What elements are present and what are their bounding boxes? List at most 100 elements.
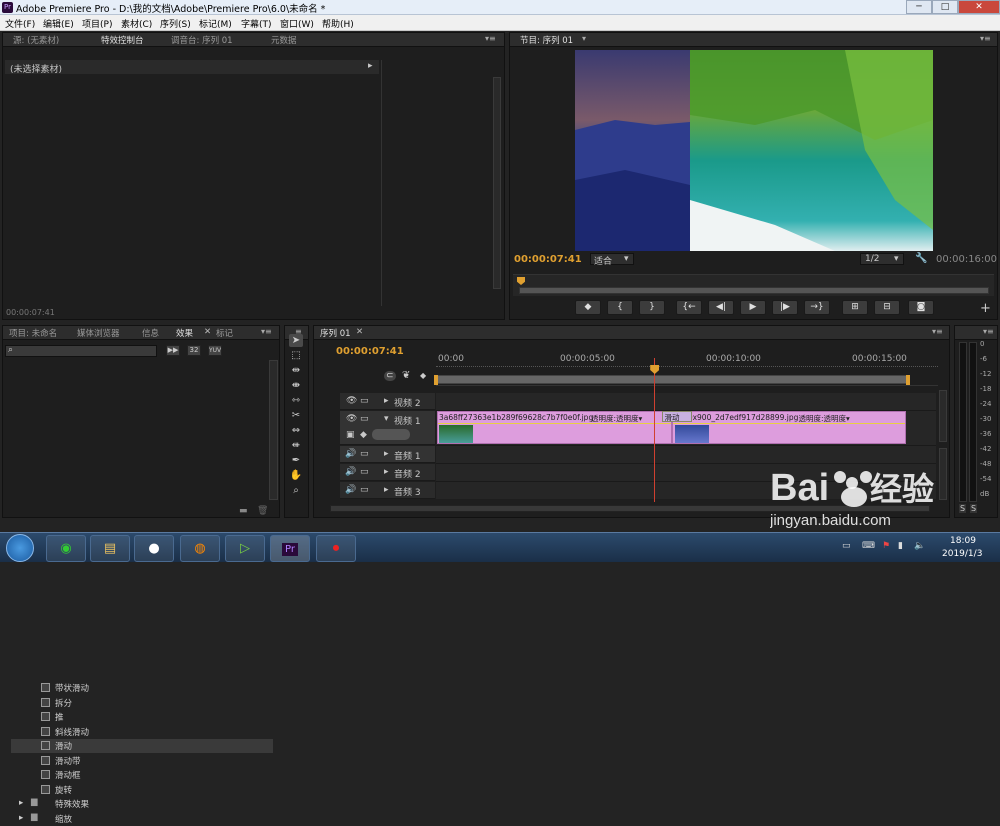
32bit-badge[interactable]: 32 [187, 345, 201, 356]
close-button[interactable]: ✕ [958, 0, 1000, 14]
time-ruler[interactable]: 00:00 00:00:05:00 00:00:10:00 00:00:15:0… [434, 352, 938, 386]
effects-scrollbar[interactable] [269, 360, 278, 500]
pen-tool-icon[interactable]: ✒ [289, 454, 303, 467]
menu-file[interactable]: 文件(F) [5, 17, 35, 30]
video-clip[interactable]: 1440x900_2d7edf917d28899.jpg 透明度:透明度▾ [671, 411, 906, 444]
program-timecode[interactable]: 00:00:07:41 [514, 254, 582, 265]
collapse-arrow-icon[interactable]: ▾ [384, 414, 389, 424]
taskbar-explorer-icon[interactable]: ▤ [90, 535, 130, 562]
eye-icon[interactable]: 👁 [346, 414, 357, 424]
work-area-out-handle[interactable] [906, 375, 910, 385]
play-button[interactable]: ▶ [740, 300, 766, 315]
effect-item[interactable]: 拆分 [11, 696, 273, 710]
expand-arrow-icon[interactable]: ▸ [368, 61, 373, 71]
start-button[interactable] [6, 534, 34, 562]
tab-markers[interactable]: 标记 [216, 327, 233, 339]
razor-tool-icon[interactable]: ✂ [289, 409, 303, 422]
close-tab-icon[interactable]: ✕ [356, 327, 363, 337]
program-panel-menu-icon[interactable]: ▾≡ [980, 34, 991, 43]
tab-sequence[interactable]: 序列 01 [320, 327, 351, 339]
keyframe-icon[interactable]: ◆ [360, 430, 367, 440]
tab-project[interactable]: 项目: 未命名 [9, 327, 57, 339]
tray-flag-icon[interactable]: ⚑ [882, 541, 890, 551]
lock-icon[interactable]: ▭ [360, 467, 369, 477]
effect-item[interactable]: 斜线滑动 [11, 725, 273, 739]
lift-button[interactable]: ⊞ [842, 300, 868, 315]
lock-icon[interactable]: ▭ [360, 449, 369, 459]
slide-tool-icon[interactable]: ⇺ [289, 439, 303, 452]
effect-item[interactable]: 滑动带 [11, 754, 273, 768]
menu-project[interactable]: 项目(P) [82, 17, 112, 30]
taskbar-360-icon[interactable]: ◉ [46, 535, 86, 562]
playhead-line[interactable] [654, 358, 656, 502]
yuv-badge[interactable]: YUV [208, 345, 222, 356]
video-clip[interactable]: 3a68ff27363e1b289f69628c7b7f0e0f.jpg 透明度… [437, 411, 672, 444]
speaker-icon[interactable]: 🔊 [345, 449, 356, 459]
sequence-dropdown-icon[interactable]: ▾ [582, 34, 586, 43]
mark-out-button[interactable]: } [639, 300, 665, 315]
zoom-tool-icon[interactable]: ⌕ [289, 484, 303, 497]
effect-item[interactable]: 滑动 [11, 739, 273, 753]
track-header-video-2[interactable]: 👁 ▭ ▸ 视频 2 [340, 393, 435, 410]
resolution-dropdown[interactable]: 1/2 ▾ [860, 253, 904, 265]
speaker-icon[interactable]: 🔊 [345, 467, 356, 477]
slip-tool-icon[interactable]: ⇔ [289, 424, 303, 437]
delete-icon[interactable]: 🗑 [257, 506, 268, 516]
lock-icon[interactable]: ▭ [360, 414, 369, 424]
menu-window[interactable]: 窗口(W) [280, 17, 314, 30]
step-back-button[interactable]: ◀| [708, 300, 734, 315]
tab-audio-mixer[interactable]: 调音台: 序列 01 [171, 34, 233, 46]
new-bin-icon[interactable]: ▬ [239, 506, 248, 516]
opacity-line[interactable] [672, 423, 906, 424]
add-marker-button[interactable]: ◆ [575, 300, 601, 315]
fit-dropdown[interactable]: 适合 ▾ [590, 253, 634, 267]
tray-icon[interactable]: ▭ [842, 541, 851, 551]
taskbar-camtasia-icon[interactable]: ▷ [225, 535, 265, 562]
expand-arrow-icon[interactable]: ▸ [384, 449, 389, 459]
menu-marker[interactable]: 标记(M) [199, 17, 232, 30]
keyframe-nav[interactable] [372, 429, 410, 440]
tray-network-icon[interactable]: ▮ [898, 541, 903, 551]
clock-date[interactable]: 2019/1/3 [942, 549, 982, 559]
effect-item[interactable]: 旋转 [11, 783, 273, 797]
display-style-icon[interactable]: ▣ [346, 430, 355, 440]
tab-effects[interactable]: 效果 [176, 327, 193, 339]
maximize-button[interactable]: □ [932, 0, 958, 14]
effect-item[interactable]: 推 [11, 710, 273, 724]
playhead-marker[interactable] [517, 277, 525, 285]
wrench-icon[interactable]: 🔧 [915, 253, 927, 264]
marker-add-icon[interactable]: ❦ [402, 370, 410, 381]
effects-panel-menu-icon[interactable]: ▾≡ [261, 327, 272, 336]
timeline-timecode[interactable]: 00:00:07:41 [336, 346, 404, 357]
menu-help[interactable]: 帮助(H) [322, 17, 354, 30]
effect-folder[interactable]: ▸ ▆ 特殊效果 [11, 797, 273, 811]
taskbar-record-icon[interactable]: ⏺ [316, 535, 356, 562]
extract-button[interactable]: ⊟ [874, 300, 900, 315]
snap-icon[interactable]: ⊂ [384, 371, 396, 381]
video-scrollbar[interactable] [939, 390, 947, 442]
close-tab-icon[interactable]: ✕ [204, 327, 211, 337]
effect-item[interactable]: 带状滑动 [11, 681, 273, 695]
minimize-button[interactable]: ─ [906, 0, 932, 14]
clock-time[interactable]: 18:09 [950, 536, 976, 546]
step-forward-button[interactable]: |▶ [772, 300, 798, 315]
track-header-audio-2[interactable]: 🔊 ▭ ▸ 音频 2 [340, 464, 435, 481]
work-area-bar[interactable] [436, 375, 908, 384]
expand-arrow-icon[interactable]: ▸ [384, 485, 389, 495]
tab-effect-controls[interactable]: 特效控制台 [101, 34, 144, 46]
speaker-icon[interactable]: 🔊 [345, 485, 356, 495]
selection-tool-icon[interactable]: ➤ [289, 334, 303, 347]
tray-volume-icon[interactable]: 🔈 [914, 541, 925, 551]
ripple-edit-tool-icon[interactable]: ⇹ [289, 364, 303, 377]
tab-metadata[interactable]: 元数据 [271, 34, 297, 46]
panel-menu-icon[interactable]: ▾≡ [485, 34, 496, 43]
opacity-line[interactable] [438, 423, 671, 424]
go-to-out-button[interactable]: →} [804, 300, 830, 315]
timeline-panel-menu-icon[interactable]: ▾≡ [932, 327, 943, 336]
export-frame-button[interactable]: ◙ [908, 300, 934, 315]
expand-arrow-icon[interactable]: ▸ [384, 467, 389, 477]
accelerated-effects-icon[interactable]: ▶▶ [166, 345, 180, 356]
rate-stretch-tool-icon[interactable]: ⇿ [289, 394, 303, 407]
transition-slide[interactable]: 滑动 [661, 411, 692, 422]
tab-info[interactable]: 信息 [142, 327, 159, 339]
